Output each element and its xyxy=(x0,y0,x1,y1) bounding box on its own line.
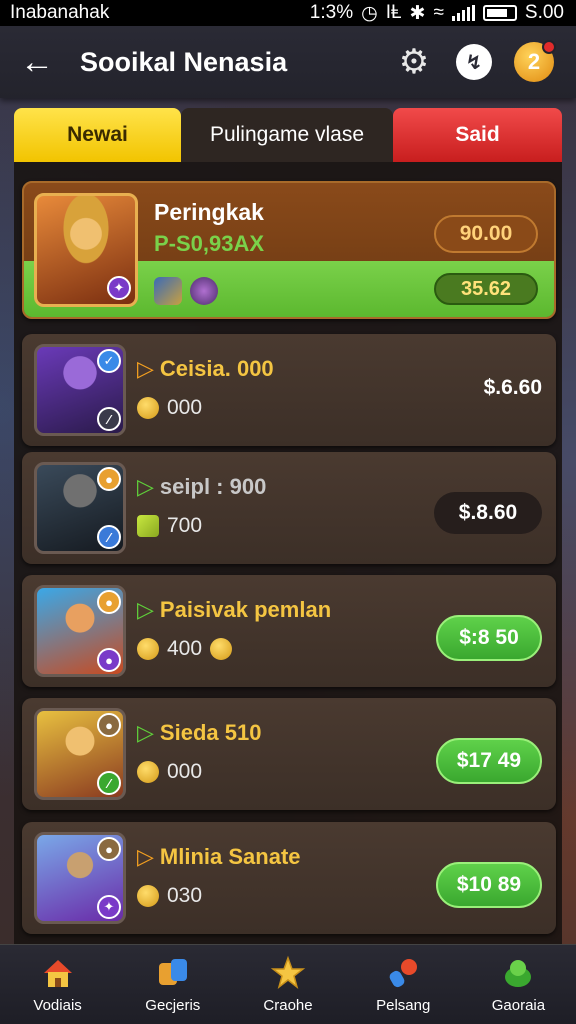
avatar-badge-icon: ● xyxy=(97,467,121,491)
battery-icon xyxy=(482,5,517,21)
avatar-badge-icon: ⁄ xyxy=(97,407,121,431)
clock: 1:3% xyxy=(309,2,354,23)
nav-label: Gecjeris xyxy=(145,997,201,1014)
gems-icon xyxy=(137,515,159,537)
wifi-icon: ≈ xyxy=(433,2,444,23)
item-price[interactable]: $.6.60 xyxy=(484,376,542,400)
rewards-button[interactable]: 2 xyxy=(512,40,556,84)
bluetooth-icon: ✱ xyxy=(409,2,426,24)
hero-avatar: ● ⁄ xyxy=(34,462,126,554)
featured-hero-avatar: ✦ xyxy=(34,193,138,307)
app-header: ← Sooikal Nenasia ⚙ ↯ 2 xyxy=(0,26,576,98)
list-item[interactable]: ● ✦ ▷ Mlinia Sanate 030 $10 89 xyxy=(22,822,556,934)
featured-item-card[interactable]: ✦ Peringkak P-S0,93AX 90.00 35.62 xyxy=(22,181,556,319)
nav-label: Pelsang xyxy=(376,997,431,1014)
item-price-button[interactable]: $17 49 xyxy=(436,738,542,784)
play-arrow-icon: ▷ xyxy=(137,720,154,745)
home-icon xyxy=(40,955,76,991)
hero-avatar: ● ⁄ xyxy=(34,708,126,800)
list-item[interactable]: ● ⁄ ▷ Sieda 510 000 $17 49 xyxy=(22,698,556,810)
item-price-button[interactable]: $:8 50 xyxy=(436,615,542,661)
featured-item-subtitle: P-S0,93AX xyxy=(154,231,265,256)
back-button[interactable]: ← xyxy=(20,43,80,82)
item-coins: 030 xyxy=(137,884,202,908)
nav-gems[interactable]: Gecjeris xyxy=(115,945,230,1024)
play-arrow-icon: ▷ xyxy=(137,844,154,869)
gems-icon xyxy=(155,955,191,991)
bottom-nav: Vodiais Gecjeris Craohe Pelsang Gaoraia xyxy=(0,944,576,1024)
signal-text: IⱠ xyxy=(385,2,402,23)
play-arrow-icon: ▷ xyxy=(137,356,154,381)
item-name: ▷ Paisivak pemlan xyxy=(137,597,332,622)
coin-icon xyxy=(137,638,159,660)
nav-bag[interactable]: Gaoraia xyxy=(461,945,576,1024)
hero-thumbnail-icon xyxy=(154,277,182,305)
item-name: ▷ Sieda 510 xyxy=(137,720,262,745)
messages-button[interactable]: ↯ xyxy=(452,40,496,84)
tab-new[interactable]: Newai xyxy=(14,108,181,162)
hero-avatar: ✓ ⁄ xyxy=(34,344,126,436)
avatar-badge-icon: ✦ xyxy=(97,895,121,919)
item-coins: 400 xyxy=(137,637,233,661)
item-name: ▷ Mlinia Sanate xyxy=(137,844,301,869)
item-name: ▷ Ceisia. 000 xyxy=(137,356,274,381)
featured-item-name: Peringkak xyxy=(154,199,264,225)
list-item[interactable]: ● ● ▷ Paisivak pemlan 400 $:8 50 xyxy=(22,575,556,687)
avatar-badge-icon: ● xyxy=(97,590,121,614)
play-arrow-icon: ▷ xyxy=(137,597,154,622)
alarm-icon: ◷ xyxy=(361,2,378,24)
status-icons: 1:3% ◷ IⱠ ✱ ≈ S.00 xyxy=(310,2,564,25)
status-bar: Inabanahak 1:3% ◷ IⱠ ✱ ≈ S.00 xyxy=(0,0,576,26)
avatar-badge-icon: ⁄ xyxy=(97,771,121,795)
item-price[interactable]: $.8.60 xyxy=(434,492,542,534)
messenger-icon: ↯ xyxy=(456,44,492,80)
nav-potion[interactable]: Pelsang xyxy=(346,945,461,1024)
page-title: Sooikal Nenasia xyxy=(80,46,288,77)
tab-bar: Newai Pulingame vlase Said xyxy=(14,108,562,162)
avatar-badge-icon: ● xyxy=(97,713,121,737)
nav-create[interactable]: Craohe xyxy=(230,945,345,1024)
carrier-name: Inabanahak xyxy=(10,2,110,23)
bag-icon xyxy=(500,955,536,991)
item-coins: 000 xyxy=(137,396,202,420)
list-item[interactable]: ● ⁄ ▷ seipl : 900 700 $.8.60 xyxy=(22,452,556,564)
item-coins: 700 xyxy=(137,514,202,538)
gear-icon: ⚙ xyxy=(398,43,430,81)
coin-icon xyxy=(210,638,233,660)
coin-icon xyxy=(137,397,159,419)
featured-secondary-price: 35.62 xyxy=(434,273,538,305)
settings-button[interactable]: ⚙ xyxy=(392,40,436,84)
item-name: ▷ seipl : 900 xyxy=(137,474,267,499)
star-icon xyxy=(270,955,306,991)
item-coins: 000 xyxy=(137,760,202,784)
tab-sold[interactable]: Said xyxy=(393,108,562,162)
coin-icon xyxy=(137,885,159,907)
battery-level: S.00 xyxy=(524,2,564,23)
avatar-badge-icon: ✓ xyxy=(97,349,121,373)
hero-avatar: ● ✦ xyxy=(34,832,126,924)
featured-price-button[interactable]: 90.00 xyxy=(434,215,538,253)
notification-dot xyxy=(542,40,556,54)
potion-icon xyxy=(385,955,421,991)
avatar-badge-icon: ● xyxy=(97,837,121,861)
tab-purchase[interactable]: Pulingame vlase xyxy=(181,108,393,162)
item-price-button[interactable]: $10 89 xyxy=(436,862,542,908)
nav-label: Craohe xyxy=(263,997,313,1014)
nav-label: Gaoraia xyxy=(491,997,546,1014)
avatar-badge-icon: ✦ xyxy=(107,276,131,300)
play-arrow-icon: ▷ xyxy=(137,474,154,499)
hero-avatar: ● ● xyxy=(34,585,126,677)
cell-signal-icon xyxy=(451,5,475,21)
avatar-badge-icon: ⁄ xyxy=(97,525,121,549)
nav-home[interactable]: Vodiais xyxy=(0,945,115,1024)
hero-thumbnail-icon xyxy=(190,277,218,305)
nav-label: Vodiais xyxy=(33,997,82,1014)
coin-icon xyxy=(137,761,159,783)
list-item[interactable]: ✓ ⁄ ▷ Ceisia. 000 000 $.6.60 xyxy=(22,334,556,446)
coin-icon: 2 xyxy=(514,40,556,82)
avatar-badge-icon: ● xyxy=(97,648,121,672)
